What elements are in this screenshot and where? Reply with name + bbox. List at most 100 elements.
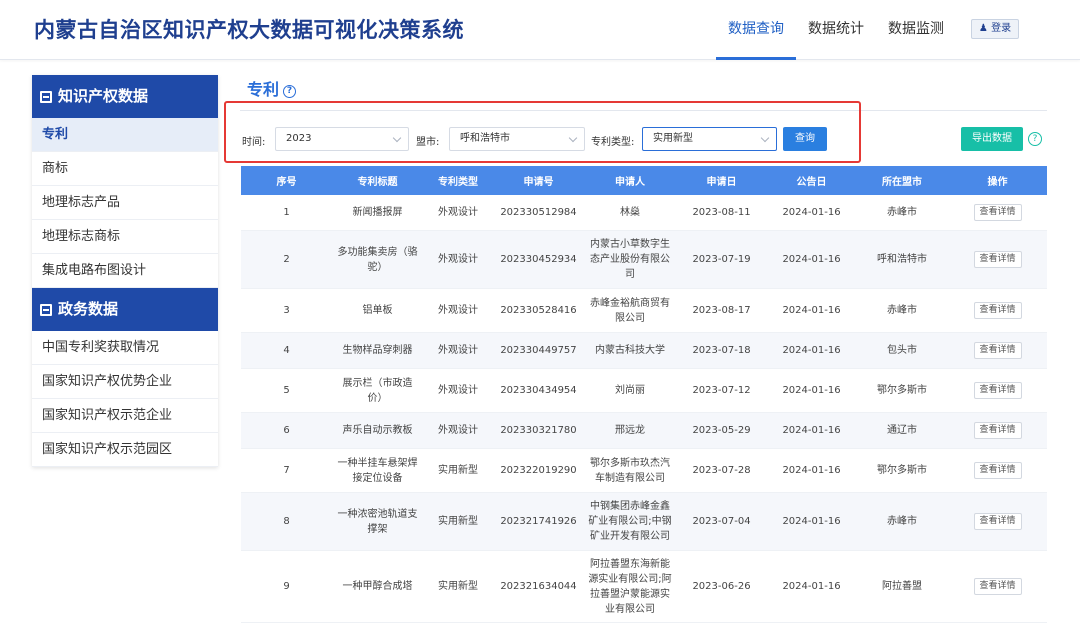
table-cell-text: 阿拉善盟 <box>882 581 922 592</box>
table-cell-text: 一种甲醇合成塔 <box>342 581 413 592</box>
sidebar-item-ic-layout[interactable]: 集成电路布图设计 <box>32 254 218 288</box>
chevron-down-icon <box>392 133 402 143</box>
table-cell: 2023-07-12 <box>676 369 767 412</box>
export-data-button[interactable]: 导出数据 <box>961 127 1023 151</box>
table-cell-text: 呼和浩特市 <box>877 254 927 265</box>
help-icon[interactable]: ? <box>1028 132 1042 146</box>
table-cell: 202330528416 <box>493 289 584 332</box>
table-cell-actions: 查看详情 <box>948 369 1047 412</box>
table-cell: 2023-05-29 <box>676 413 767 448</box>
table-cell: 202330434954 <box>493 369 584 412</box>
table-cell: 2024-01-16 <box>767 231 856 288</box>
table-cell-text: 鄂尔多斯市 <box>877 385 927 396</box>
city-label: 盟市: <box>416 137 440 148</box>
table-cell-text: 2023-07-28 <box>692 465 751 476</box>
table-cell: 2024-01-16 <box>767 551 856 622</box>
view-details-button[interactable]: 查看详情 <box>973 204 1022 221</box>
table-cell-text: 声乐自动示教板 <box>342 425 413 436</box>
table-cell-text: 刘尚丽 <box>615 385 645 396</box>
table-cell: 202330452934 <box>493 231 584 288</box>
table-cell: 声乐自动示教板 <box>332 413 423 448</box>
table-cell-actions: 查看详情 <box>948 231 1047 288</box>
table-cell-text: 外观设计 <box>438 345 478 356</box>
column-header: 申请日 <box>706 177 737 188</box>
table-cell: 鄂尔多斯市 <box>856 449 948 492</box>
column-header: 操作 <box>987 177 1008 188</box>
app-title: 内蒙古自治区知识产权大数据可视化决策系统 <box>34 18 464 42</box>
table-cell: 生物样品穿刺器 <box>332 333 423 368</box>
table-cell: 外观设计 <box>423 231 493 288</box>
table-cell-text: 4 <box>283 345 290 356</box>
table-cell: 新闻播报屏 <box>332 195 423 230</box>
sidebar-item-patent[interactable]: 专利 <box>32 118 218 152</box>
table-cell-text: 202321741926 <box>500 516 577 527</box>
table-row: 6 声乐自动示教板 外观设计 202330321780 邢远龙 2023-05-29 202… <box>241 413 1047 449</box>
table-cell-text: 鄂尔多斯市玖杰汽车制造有限公司 <box>590 457 670 484</box>
table-cell-text: 202321634044 <box>500 581 577 592</box>
table-cell-text: 2024-01-16 <box>782 254 841 265</box>
sidebar-item-trademark[interactable]: 商标 <box>32 152 218 186</box>
help-icon[interactable]: ? <box>283 85 297 98</box>
table-cell: 内蒙古小草数字生态产业股份有限公司 <box>584 231 676 288</box>
login-button[interactable]: ♟ 登录 <box>971 19 1019 39</box>
table-cell-text: 赤峰市 <box>887 516 917 527</box>
table-cell-text: 实用新型 <box>438 465 478 476</box>
sidebar: 知识产权数据 专利 商标 地理标志产品 地理标志商标 集成电路布图设计 政务数据… <box>32 75 218 467</box>
view-details-button[interactable]: 查看详情 <box>973 382 1022 399</box>
column-header: 所在盟市 <box>882 177 922 188</box>
table-cell: 一种半挂车悬架焊接定位设备 <box>332 449 423 492</box>
sidebar-item-demo-park[interactable]: 国家知识产权示范园区 <box>32 433 218 467</box>
table-cell: 鄂尔多斯市 <box>856 369 948 412</box>
table-cell: 呼和浩特市 <box>856 231 948 288</box>
table-cell-text: 鄂尔多斯市 <box>877 465 927 476</box>
sidebar-item-demo-enterprise[interactable]: 国家知识产权示范企业 <box>32 399 218 433</box>
sidebar-item-patent-award[interactable]: 中国专利奖获取情况 <box>32 331 218 365</box>
city-select[interactable]: 呼和浩特市 <box>449 127 585 151</box>
table-cell-text: 实用新型 <box>438 516 478 527</box>
table-cell-text: 202330321780 <box>500 425 577 436</box>
table-cell-text: 2024-01-16 <box>782 385 841 396</box>
view-details-button[interactable]: 查看详情 <box>973 422 1022 439</box>
table-cell-text: 新闻播报屏 <box>352 207 403 218</box>
time-select[interactable]: 2023 <box>275 127 409 151</box>
table-cell: 2024-01-16 <box>767 493 856 550</box>
table-row: 7 一种半挂车悬架焊接定位设备 实用新型 202322019290 鄂尔多斯市玖杰汽车制… <box>241 449 1047 493</box>
nav-data-monitoring[interactable]: 数据监测 <box>876 0 956 60</box>
table-cell-text: 2024-01-16 <box>782 465 841 476</box>
view-details-button[interactable]: 查看详情 <box>973 342 1022 359</box>
view-details-button[interactable]: 查看详情 <box>973 302 1022 319</box>
table-cell: 内蒙古科技大学 <box>584 333 676 368</box>
table-cell: 邢远龙 <box>584 413 676 448</box>
view-details-button[interactable]: 查看详情 <box>973 251 1022 268</box>
table-cell: 7 <box>241 449 332 492</box>
table-cell-text: 内蒙古科技大学 <box>595 345 665 356</box>
sidebar-group-title: 政务数据 <box>58 300 119 318</box>
table-cell-text: 2024-01-16 <box>782 581 841 592</box>
table-cell: 2024-01-16 <box>767 449 856 492</box>
table-row: 2 多功能集卖房（骆驼） 外观设计 202330452934 内蒙古小草数字生态产业股份… <box>241 231 1047 289</box>
table-row: 5 展示栏（市政造价） 外观设计 202330434954 刘尚丽 2023-07-12 2… <box>241 369 1047 413</box>
table-cell: 中钢集团赤峰金鑫矿业有限公司;中钢矿业开发有限公司 <box>584 493 676 550</box>
sidebar-item-gi-trademark[interactable]: 地理标志商标 <box>32 220 218 254</box>
sidebar-group-gov-data: 政务数据 <box>32 288 218 331</box>
table-cell-text: 2023-06-26 <box>692 581 751 592</box>
table-cell-actions: 查看详情 <box>948 413 1047 448</box>
table-body: 1 新闻播报屏 外观设计 202330512984 林燊 2023-08-11 2024-0… <box>241 195 1047 623</box>
table-cell-text: 中钢集团赤峰金鑫矿业有限公司;中钢矿业开发有限公司 <box>588 501 672 542</box>
view-details-button[interactable]: 查看详情 <box>973 462 1022 479</box>
patent-type-select-value: 实用新型 <box>653 133 693 144</box>
table-row: 9 一种甲醇合成塔 实用新型 202321634044 阿拉善盟东海新能源实业有限公司;… <box>241 551 1047 623</box>
nav-data-query[interactable]: 数据查询 <box>716 0 796 60</box>
table-cell-actions: 查看详情 <box>948 449 1047 492</box>
view-details-button[interactable]: 查看详情 <box>973 578 1022 595</box>
query-button[interactable]: 查询 <box>783 127 827 151</box>
table-cell: 刘尚丽 <box>584 369 676 412</box>
sidebar-item-advantage-enterprise[interactable]: 国家知识产权优势企业 <box>32 365 218 399</box>
table-cell-text: 外观设计 <box>438 254 478 265</box>
sidebar-item-gi-product[interactable]: 地理标志产品 <box>32 186 218 220</box>
table-cell-text: 2023-08-17 <box>692 305 751 316</box>
view-details-button[interactable]: 查看详情 <box>973 513 1022 530</box>
nav-data-statistics[interactable]: 数据统计 <box>796 0 876 60</box>
table-cell-text: 9 <box>283 581 290 592</box>
patent-type-select[interactable]: 实用新型 <box>642 127 777 151</box>
